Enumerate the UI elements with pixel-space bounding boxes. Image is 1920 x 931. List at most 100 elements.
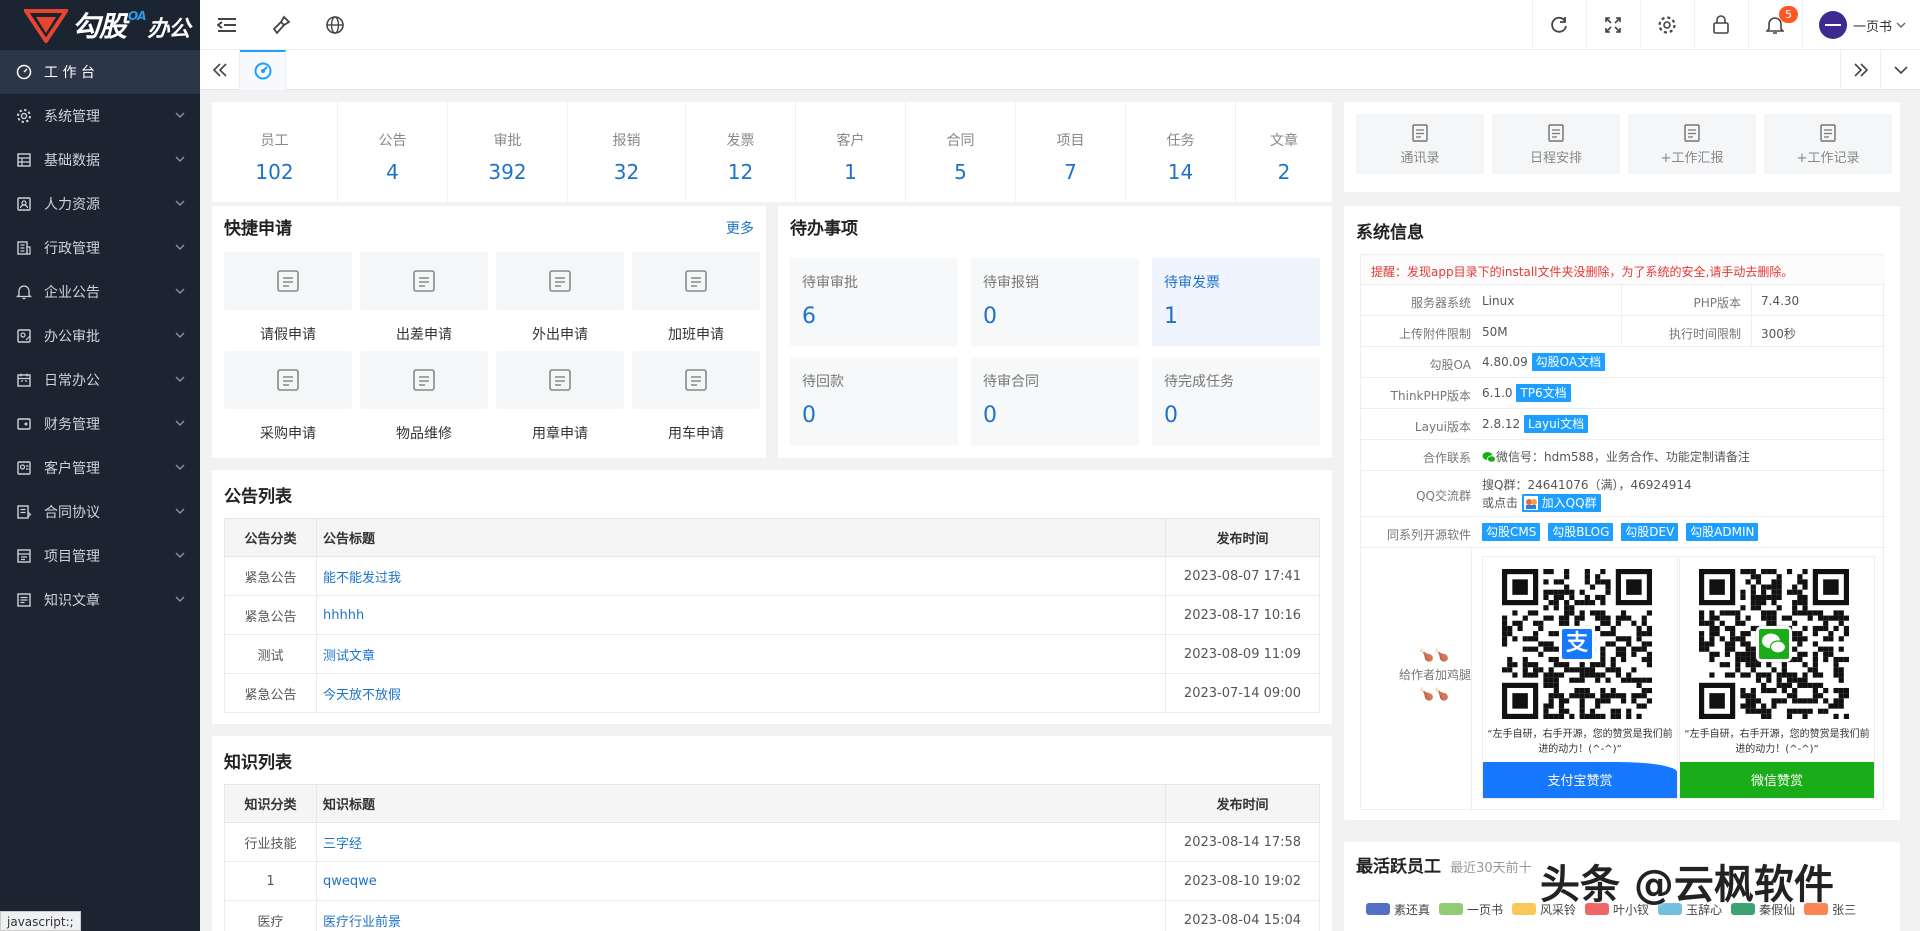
oss-link-blog[interactable]: 勾股BLOG xyxy=(1548,523,1614,541)
legend-item[interactable]: 素还真 xyxy=(1366,901,1430,918)
collapse-menu-button[interactable] xyxy=(200,0,254,50)
stat-value: 4 xyxy=(386,160,399,184)
knowledge-card: 知识列表 知识分类 知识标题 发布时间 行业技能 三字经 2023-08-14 17… xyxy=(212,736,1332,931)
quick-apply-2[interactable] xyxy=(496,252,624,310)
stat-5[interactable]: 客户 1 xyxy=(796,102,906,202)
quick-apply-4[interactable] xyxy=(224,351,352,409)
user-menu[interactable]: 一页书 xyxy=(1801,0,1920,50)
sidebar-item-3[interactable]: 人力资源 xyxy=(0,182,200,226)
quick-apply-1[interactable] xyxy=(360,252,488,310)
sidebar-item-9[interactable]: 客户管理 xyxy=(0,446,200,490)
sidebar-item-10[interactable]: 合同协议 xyxy=(0,490,200,534)
quick-apply-6[interactable] xyxy=(496,351,624,409)
table-row[interactable]: 紧急公告 hhhhh 2023-08-17 10:16 xyxy=(224,595,1320,635)
quick-apply-5[interactable] xyxy=(360,351,488,409)
sidebar-item-7[interactable]: 日常办公 xyxy=(0,358,200,402)
stat-label: 项目 xyxy=(1056,133,1085,149)
row-title-link[interactable]: 三字经 xyxy=(316,822,1166,862)
alipay-donate-button[interactable]: 支付宝赞赏 xyxy=(1483,762,1677,798)
shortcut-1[interactable]: 日程安排 xyxy=(1492,114,1620,174)
stat-2[interactable]: 审批 392 xyxy=(448,102,568,202)
sidebar-item-label: 企业公告 xyxy=(44,285,100,301)
row-title-link[interactable]: hhhhh xyxy=(316,595,1166,635)
table-row[interactable]: 紧急公告 今天放不放假 2023-07-14 09:00 xyxy=(224,673,1320,713)
quick-apply-0[interactable] xyxy=(224,252,352,310)
stat-7[interactable]: 项目 7 xyxy=(1016,102,1126,202)
oss-link-dev[interactable]: 勾股DEV xyxy=(1621,523,1679,541)
todo-item-1[interactable]: 待审报销 0 xyxy=(971,258,1139,346)
sidebar-item-12[interactable]: 知识文章 xyxy=(0,578,200,622)
stat-1[interactable]: 公告 4 xyxy=(338,102,448,202)
todo-item-5[interactable]: 待完成任务 0 xyxy=(1152,357,1320,445)
todo-item-2[interactable]: 待审发票 1 xyxy=(1152,258,1320,346)
wechat-donate-button[interactable]: 微信赞赏 xyxy=(1680,762,1874,798)
stat-9[interactable]: 文章 2 xyxy=(1236,102,1332,202)
refresh-button[interactable] xyxy=(1531,0,1586,50)
todo-item-4[interactable]: 待审合同 0 xyxy=(971,357,1139,445)
tp6-doc-link[interactable]: TP6文档 xyxy=(1516,384,1571,402)
settings-button[interactable] xyxy=(1639,0,1694,50)
shortcut-3[interactable]: +工作记录 xyxy=(1764,114,1892,174)
stat-3[interactable]: 报销 32 xyxy=(568,102,686,202)
quick-apply-label[interactable]: 用章申请 xyxy=(496,423,624,443)
legend-item[interactable]: 一页书 xyxy=(1439,901,1503,918)
stat-value: 7 xyxy=(1064,160,1077,184)
fullscreen-button[interactable] xyxy=(1585,0,1640,50)
logo[interactable]: 勾股 OA办公 xyxy=(0,0,200,50)
row-title-link[interactable]: 测试文章 xyxy=(316,634,1166,674)
quick-apply-more-link[interactable]: 更多 xyxy=(726,218,754,238)
table-row[interactable]: 紧急公告 能不能发过我 2023-08-07 17:41 xyxy=(224,556,1320,596)
table-row[interactable]: 医疗 医疗行业前景 2023-08-04 15:04 xyxy=(224,900,1320,931)
double-chevron-right-icon xyxy=(1853,63,1868,77)
quick-apply-label[interactable]: 加班申请 xyxy=(632,324,760,344)
lock-screen-button[interactable] xyxy=(1693,0,1748,50)
quick-apply-label[interactable]: 外出申请 xyxy=(496,324,624,344)
quick-apply-label[interactable]: 出差申请 xyxy=(360,324,488,344)
stat-4[interactable]: 发票 12 xyxy=(686,102,796,202)
sidebar-item-8[interactable]: 财务管理 xyxy=(0,402,200,446)
website-button[interactable] xyxy=(308,0,362,50)
sidebar-item-5[interactable]: 企业公告 xyxy=(0,270,200,314)
oss-link-cms[interactable]: 勾股CMS xyxy=(1482,523,1541,541)
stat-label: 任务 xyxy=(1166,133,1195,149)
quick-apply-label[interactable]: 物品维修 xyxy=(360,423,488,443)
row-title-link[interactable]: 今天放不放假 xyxy=(316,673,1166,713)
table-row[interactable]: 1 qweqwe 2023-08-10 19:02 xyxy=(224,861,1320,901)
sidebar-item-0[interactable]: 工 作 台 xyxy=(0,50,200,94)
sidebar-item-4[interactable]: 行政管理 xyxy=(0,226,200,270)
stat-6[interactable]: 合同 5 xyxy=(906,102,1016,202)
table-row[interactable]: 行业技能 三字经 2023-08-14 17:58 xyxy=(224,822,1320,862)
row-title-link[interactable]: qweqwe xyxy=(316,861,1166,901)
stat-0[interactable]: 员工 102 xyxy=(212,102,338,202)
contact-label: 合作联系 xyxy=(1422,451,1471,465)
layui-doc-link[interactable]: Layui文档 xyxy=(1524,415,1589,433)
stat-8[interactable]: 任务 14 xyxy=(1126,102,1236,202)
table-row[interactable]: 测试 测试文章 2023-08-09 11:09 xyxy=(224,634,1320,674)
tab-scroll-left-button[interactable] xyxy=(200,49,240,90)
sidebar-item-11[interactable]: 项目管理 xyxy=(0,534,200,578)
sidebar-item-6[interactable]: 办公审批 xyxy=(0,314,200,358)
stat-label: 公告 xyxy=(378,133,407,149)
clear-cache-button[interactable] xyxy=(254,0,308,50)
oa-doc-link[interactable]: 勾股OA文档 xyxy=(1531,353,1606,371)
todo-item-0[interactable]: 待审审批 6 xyxy=(790,258,958,346)
sidebar-item-2[interactable]: 基础数据 xyxy=(0,138,200,182)
tab-menu-button[interactable] xyxy=(1880,50,1920,90)
oss-link-admin[interactable]: 勾股ADMIN xyxy=(1686,523,1759,541)
tab-home[interactable] xyxy=(240,49,286,90)
quick-apply-label[interactable]: 用车申请 xyxy=(632,423,760,443)
calendar-icon xyxy=(16,372,32,388)
row-title-link[interactable]: 能不能发过我 xyxy=(316,556,1166,596)
shortcut-2[interactable]: +工作汇报 xyxy=(1628,114,1756,174)
shortcut-0[interactable]: 通讯录 xyxy=(1356,114,1484,174)
quick-apply-3[interactable] xyxy=(632,252,760,310)
sidebar-item-1[interactable]: 系统管理 xyxy=(0,94,200,138)
tab-scroll-right-button[interactable] xyxy=(1840,50,1880,90)
quick-apply-label[interactable]: 采购申请 xyxy=(224,423,352,443)
row-title-link[interactable]: 医疗行业前景 xyxy=(316,900,1166,931)
notification-button[interactable]: 5 xyxy=(1747,0,1802,50)
join-qq-button[interactable]: 加入QQ群 xyxy=(1521,494,1601,512)
quick-apply-7[interactable] xyxy=(632,351,760,409)
quick-apply-label[interactable]: 请假申请 xyxy=(224,324,352,344)
todo-item-3[interactable]: 待回款 0 xyxy=(790,357,958,445)
